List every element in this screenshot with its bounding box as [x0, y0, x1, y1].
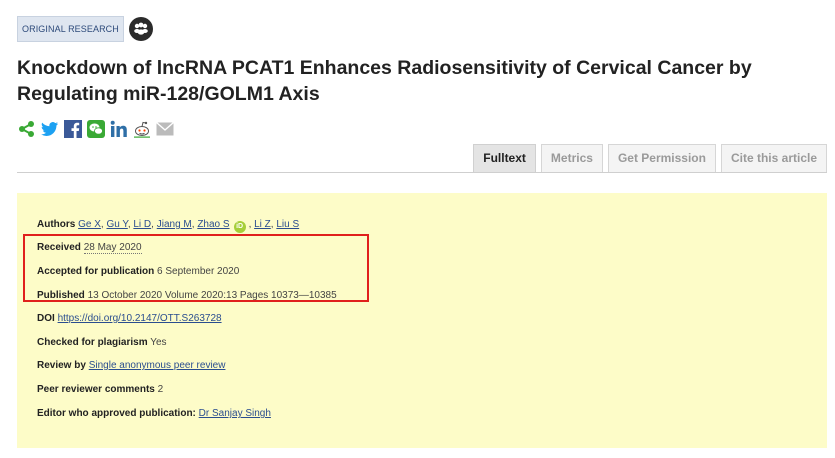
tab-divider [17, 172, 827, 173]
review-label: Review by [37, 360, 86, 371]
article-type-badge[interactable]: ORIGINAL RESEARCH [17, 16, 124, 42]
tab-metrics[interactable]: Metrics [540, 144, 603, 172]
email-icon[interactable] [155, 119, 175, 139]
twitter-icon[interactable] [40, 119, 60, 139]
doi-row: DOI https://doi.org/10.2147/OTT.S263728 [37, 312, 222, 325]
wechat-icon[interactable] [86, 119, 106, 139]
author-link[interactable]: Liu S [276, 219, 299, 230]
tab-cite-this-article[interactable]: Cite this article [720, 144, 827, 172]
editor-label: Editor who approved publication: [37, 408, 196, 419]
facebook-icon[interactable] [63, 119, 83, 139]
author-link[interactable]: Jiang M [157, 219, 192, 230]
doi-link[interactable]: https://doi.org/10.2147/OTT.S263728 [58, 313, 222, 324]
article-info-panel: Authors Ge X, Gu Y, Li D, Jiang M, Zhao … [17, 193, 827, 448]
plagiarism-value: Yes [150, 337, 167, 348]
article-tabs: Fulltext Metrics Get Permission Cite thi… [473, 144, 827, 172]
author-link[interactable]: Li Z [254, 219, 271, 230]
plagiarism-label: Checked for plagiarism [37, 337, 148, 348]
share-icon[interactable] [17, 119, 37, 139]
comments-row: Peer reviewer comments 2 [37, 383, 163, 396]
editor-row: Editor who approved publication: Dr Sanj… [37, 407, 271, 420]
author-link[interactable]: Gu Y [106, 219, 127, 230]
group-icon [128, 17, 153, 41]
linkedin-icon[interactable] [109, 119, 129, 139]
plagiarism-row: Checked for plagiarism Yes [37, 336, 167, 349]
authors-label: Authors [37, 219, 76, 230]
tab-fulltext[interactable]: Fulltext [473, 144, 536, 172]
authors-row: Authors Ge X, Gu Y, Li D, Jiang M, Zhao … [37, 218, 299, 233]
review-row: Review by Single anonymous peer review [37, 359, 225, 372]
highlight-box [23, 234, 369, 302]
author-link[interactable]: Ge X [78, 219, 101, 230]
editor-link[interactable]: Dr Sanjay Singh [199, 408, 271, 419]
reddit-icon[interactable] [132, 119, 152, 139]
review-type-link[interactable]: Single anonymous peer review [89, 360, 226, 371]
share-bar [17, 119, 175, 139]
author-link[interactable]: Li D [133, 219, 151, 230]
tab-get-permission[interactable]: Get Permission [607, 144, 716, 172]
doi-label: DOI [37, 313, 55, 324]
orcid-icon[interactable]: iD [233, 221, 246, 233]
article-type-row: ORIGINAL RESEARCH [17, 16, 153, 42]
comments-value: 2 [157, 384, 164, 395]
article-title: Knockdown of lncRNA PCAT1 Enhances Radio… [17, 57, 752, 105]
comments-label: Peer reviewer comments [37, 384, 155, 395]
author-link[interactable]: Zhao S [197, 219, 229, 230]
